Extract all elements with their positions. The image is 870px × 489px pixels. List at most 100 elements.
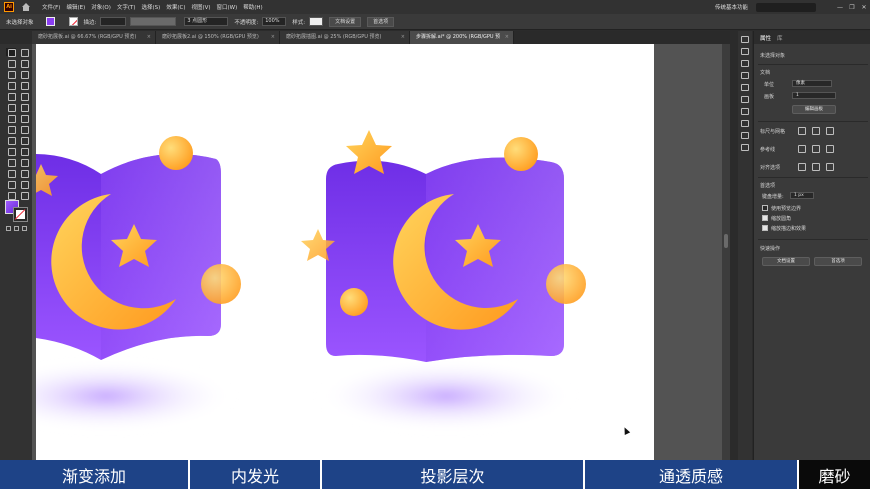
menu-select[interactable]: 选择(S) bbox=[142, 3, 161, 11]
rotate-tool-icon[interactable] bbox=[6, 114, 16, 123]
tab-libraries[interactable]: 库 bbox=[777, 34, 783, 42]
minimize-icon[interactable]: — bbox=[834, 4, 846, 11]
canvas-area[interactable] bbox=[32, 44, 730, 460]
artboard-tool-icon[interactable] bbox=[6, 180, 16, 189]
maximize-icon[interactable]: ❐ bbox=[846, 4, 858, 11]
perspective-grid-tool-icon[interactable] bbox=[19, 136, 29, 145]
magic-wand-tool-icon[interactable] bbox=[6, 59, 16, 68]
fill-swatch[interactable] bbox=[45, 17, 55, 26]
tab-properties[interactable]: 属性 bbox=[760, 34, 771, 42]
gradient-tool-icon[interactable] bbox=[19, 147, 29, 156]
transparency-panel-icon[interactable] bbox=[741, 120, 749, 127]
blend-tool-icon[interactable] bbox=[19, 158, 29, 167]
slice-tool-icon[interactable] bbox=[19, 180, 29, 189]
tab-close-icon[interactable]: × bbox=[271, 31, 275, 44]
mesh-tool-icon[interactable] bbox=[6, 147, 16, 156]
search-input[interactable] bbox=[756, 2, 816, 12]
document-setup-button[interactable]: 文档设置 bbox=[329, 16, 362, 27]
line-tool-icon[interactable] bbox=[19, 81, 29, 90]
smart-guides-icon[interactable] bbox=[826, 145, 834, 153]
shaper-tool-icon[interactable] bbox=[6, 103, 16, 112]
workspace-switcher[interactable]: 传统基本功能 bbox=[715, 3, 748, 11]
tab-document-2[interactable]: 磨砂拓展板2.ai @ 150% (RGB/GPU 预览) × bbox=[156, 31, 280, 44]
stroke-panel-icon[interactable] bbox=[741, 96, 749, 103]
paintbrush-tool-icon[interactable] bbox=[19, 92, 29, 101]
swatches-panel-icon[interactable] bbox=[741, 60, 749, 67]
tab-document-4[interactable]: 步骤拆解.ai* @ 200% (RGB/GPU 预览) × bbox=[410, 31, 514, 53]
transparency-grid-icon[interactable] bbox=[826, 127, 834, 135]
selection-tool-icon[interactable] bbox=[6, 48, 16, 57]
symbols-panel-icon[interactable] bbox=[741, 84, 749, 91]
menu-view[interactable]: 视图(V) bbox=[191, 3, 210, 11]
export-panel-icon[interactable] bbox=[741, 132, 749, 139]
tab-close-icon[interactable]: × bbox=[147, 31, 151, 44]
vertical-scrollbar[interactable] bbox=[722, 44, 730, 460]
gradient-panel-icon[interactable] bbox=[741, 108, 749, 115]
type-tool-icon[interactable] bbox=[6, 81, 16, 90]
preferences-button[interactable]: 首选项 bbox=[814, 257, 862, 266]
ruler-icon[interactable] bbox=[798, 127, 806, 135]
curvature-tool-icon[interactable] bbox=[19, 70, 29, 79]
brush-definition[interactable]: 3 点圆形 bbox=[184, 17, 229, 26]
column-graph-tool-icon[interactable] bbox=[19, 169, 29, 178]
scale-tool-icon[interactable] bbox=[19, 114, 29, 123]
hand-tool-icon[interactable] bbox=[6, 191, 16, 200]
menu-window[interactable]: 窗口(W) bbox=[217, 3, 238, 11]
width-tool-icon[interactable] bbox=[6, 125, 16, 134]
tab-close-icon[interactable]: × bbox=[505, 31, 509, 44]
color-panel-icon[interactable] bbox=[741, 36, 749, 43]
symbol-sprayer-tool-icon[interactable] bbox=[6, 169, 16, 178]
opacity-field[interactable]: 100% bbox=[262, 17, 287, 26]
document-setup-button[interactable]: 文档设置 bbox=[762, 257, 810, 266]
home-icon[interactable] bbox=[22, 3, 30, 11]
free-transform-tool-icon[interactable] bbox=[19, 125, 29, 134]
layers-panel-icon[interactable] bbox=[741, 144, 749, 151]
menu-edit[interactable]: 编辑(E) bbox=[66, 3, 85, 11]
use-preview-bounds-label: 使用预览边界 bbox=[771, 206, 802, 212]
shape-builder-tool-icon[interactable] bbox=[6, 136, 16, 145]
menu-effect[interactable]: 效果(C) bbox=[166, 3, 185, 11]
pen-tool-icon[interactable] bbox=[6, 70, 16, 79]
keyboard-increment-field[interactable]: 1 px bbox=[790, 192, 814, 199]
zoom-tool-icon[interactable] bbox=[19, 191, 29, 200]
tab-document-1[interactable]: 磨砂拓展板.ai @ 66.67% (RGB/GPU 预览) × bbox=[32, 31, 156, 44]
eyedropper-tool-icon[interactable] bbox=[6, 158, 16, 167]
guides-lock-icon[interactable] bbox=[812, 145, 820, 153]
gradient-mode-icon[interactable] bbox=[14, 226, 19, 231]
eraser-tool-icon[interactable] bbox=[19, 103, 29, 112]
snap-to-glyph-icon[interactable] bbox=[826, 163, 834, 171]
menu-file[interactable]: 文件(F) bbox=[42, 3, 60, 11]
snap-to-pixel-icon[interactable] bbox=[812, 163, 820, 171]
menu-type[interactable]: 文字(T) bbox=[117, 3, 136, 11]
use-preview-bounds-checkbox[interactable] bbox=[762, 205, 768, 211]
snap-to-point-icon[interactable] bbox=[798, 163, 806, 171]
guides-show-icon[interactable] bbox=[798, 145, 806, 153]
style-swatch[interactable] bbox=[309, 17, 324, 26]
tab-document-3[interactable]: 磨砂拓展插图.ai @ 25% (RGB/GPU 预览) × bbox=[280, 31, 410, 44]
stroke-swatch[interactable] bbox=[68, 17, 78, 26]
tab-close-icon[interactable]: × bbox=[401, 31, 405, 44]
scale-corners-checkbox[interactable] bbox=[762, 215, 768, 221]
scale-strokes-effects-checkbox[interactable] bbox=[762, 225, 768, 231]
grid-icon[interactable] bbox=[812, 127, 820, 135]
lasso-tool-icon[interactable] bbox=[19, 59, 29, 68]
artboard[interactable] bbox=[36, 44, 654, 460]
color-guide-icon[interactable] bbox=[741, 48, 749, 55]
stroke-weight-field[interactable] bbox=[100, 17, 127, 26]
color-mode-icon[interactable] bbox=[6, 226, 11, 231]
direct-selection-tool-icon[interactable] bbox=[19, 48, 29, 57]
brushes-panel-icon[interactable] bbox=[741, 72, 749, 79]
menu-help[interactable]: 帮助(H) bbox=[243, 3, 262, 11]
none-mode-icon[interactable] bbox=[22, 226, 27, 231]
preferences-button[interactable]: 首选项 bbox=[367, 16, 395, 27]
fill-stroke-well[interactable] bbox=[5, 200, 29, 222]
stroke-color-icon[interactable] bbox=[13, 207, 28, 222]
close-icon[interactable]: ✕ bbox=[858, 4, 870, 11]
menu-object[interactable]: 对象(O) bbox=[91, 3, 111, 11]
rectangle-tool-icon[interactable] bbox=[6, 92, 16, 101]
units-select[interactable]: 像素 bbox=[792, 80, 832, 87]
variable-width-profile[interactable] bbox=[130, 17, 177, 26]
scrollbar-thumb[interactable] bbox=[724, 234, 728, 248]
edit-artboard-button[interactable]: 编辑画板 bbox=[792, 105, 836, 114]
artboard-select[interactable]: 1 bbox=[792, 92, 836, 99]
